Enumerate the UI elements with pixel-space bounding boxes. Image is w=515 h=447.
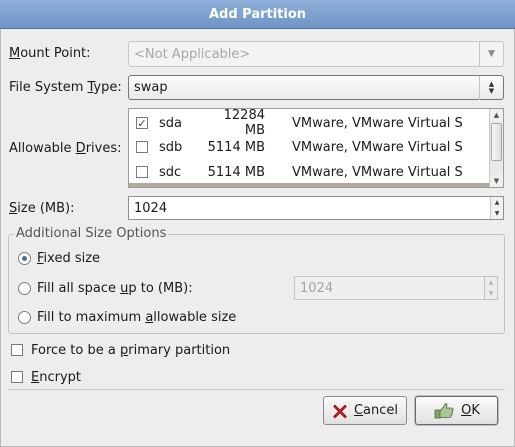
scroll-up-icon[interactable]: ▲	[490, 109, 503, 121]
ok-button-label: OK	[461, 403, 480, 418]
scrollbar-thumb[interactable]	[491, 123, 502, 161]
size-spin-arrows[interactable]: ▲ ▼	[490, 197, 503, 219]
drive-checkbox-sdb[interactable]	[136, 141, 148, 153]
mount-point-value: <Not Applicable>	[134, 46, 251, 62]
hand-ok-icon	[433, 402, 455, 420]
size-value: 1024	[134, 200, 168, 216]
spin-up-icon[interactable]: ▲	[491, 197, 503, 208]
mount-point-combo: <Not Applicable> ▼	[128, 41, 504, 67]
vertical-scrollbar[interactable]: ▲ ▼	[489, 109, 503, 187]
fill-upto-radio[interactable]	[18, 282, 31, 295]
ok-button[interactable]: OK	[415, 396, 498, 425]
drive-size: 12284 MB	[223, 109, 265, 138]
drives-list[interactable]: ✓ sda 12284 MB VMware, VMware Virtual S …	[128, 108, 504, 188]
updown-arrow-icon: ▲ ▼	[479, 76, 503, 100]
spin-up-icon[interactable]: ▲	[485, 277, 497, 288]
drive-row-sdb[interactable]: sdb 5114 MB VMware, VMware Virtual S	[129, 135, 489, 159]
fill-upto-label[interactable]: Fill all space up to (MB):	[37, 281, 193, 296]
horizontal-scrollbar[interactable]	[129, 183, 489, 187]
drive-model: VMware, VMware Virtual S	[292, 164, 463, 180]
cancel-button-label: Cancel	[353, 403, 399, 418]
drive-row-sda[interactable]: ✓ sda 12284 MB VMware, VMware Virtual S	[129, 109, 489, 138]
drive-size: 5114 MB	[207, 139, 265, 155]
drive-name: sdb	[159, 139, 183, 155]
drive-row-sdc[interactable]: sdc 5114 MB VMware, VMware Virtual S	[129, 160, 489, 184]
drive-checkbox-sda[interactable]: ✓	[136, 117, 148, 129]
drive-size: 5114 MB	[207, 164, 265, 180]
spin-down-icon[interactable]: ▼	[491, 208, 503, 219]
fs-type-select[interactable]: swap ▲ ▼	[128, 75, 504, 100]
drives-label: Allowable Drives:	[9, 141, 122, 156]
fixed-size-radio[interactable]	[18, 252, 31, 265]
drive-model: VMware, VMware Virtual S	[292, 139, 463, 155]
drive-checkbox-sdc[interactable]	[136, 166, 148, 178]
fill-upto-value: 1024	[300, 280, 334, 296]
spin-down-icon[interactable]: ▼	[485, 288, 497, 299]
fixed-size-label[interactable]: Fixed size	[37, 251, 100, 266]
dialog-title: Add Partition	[0, 0, 515, 29]
size-options-legend: Additional Size Options	[14, 226, 169, 241]
fs-type-label: File System Type:	[9, 80, 122, 95]
drive-model: VMware, VMware Virtual S	[292, 115, 463, 131]
size-spinbutton[interactable]: 1024 ▲ ▼	[128, 196, 504, 220]
drive-name: sdc	[159, 164, 182, 180]
fs-type-value: swap	[134, 80, 168, 95]
cancel-button[interactable]: Cancel	[323, 396, 407, 425]
encrypt-checkbox[interactable]	[11, 371, 23, 383]
button-separator	[8, 389, 505, 390]
x-icon	[332, 403, 348, 419]
fill-max-label[interactable]: Fill to maximum allowable size	[37, 310, 236, 325]
drive-name: sda	[159, 115, 182, 131]
fill-max-radio[interactable]	[18, 311, 31, 324]
force-primary-label[interactable]: Force to be a primary partition	[31, 343, 230, 358]
force-primary-checkbox[interactable]	[11, 344, 23, 356]
encrypt-label[interactable]: Encrypt	[31, 370, 81, 385]
fill-upto-spinbutton[interactable]: 1024 ▲ ▼	[294, 276, 498, 300]
mount-point-label: Mount Point:	[9, 46, 91, 61]
size-label: Size (MB):	[9, 201, 75, 216]
fill-upto-spin-arrows[interactable]: ▲ ▼	[484, 277, 497, 299]
chevron-down-icon: ▼	[479, 42, 503, 66]
scroll-down-icon[interactable]: ▼	[490, 175, 503, 187]
